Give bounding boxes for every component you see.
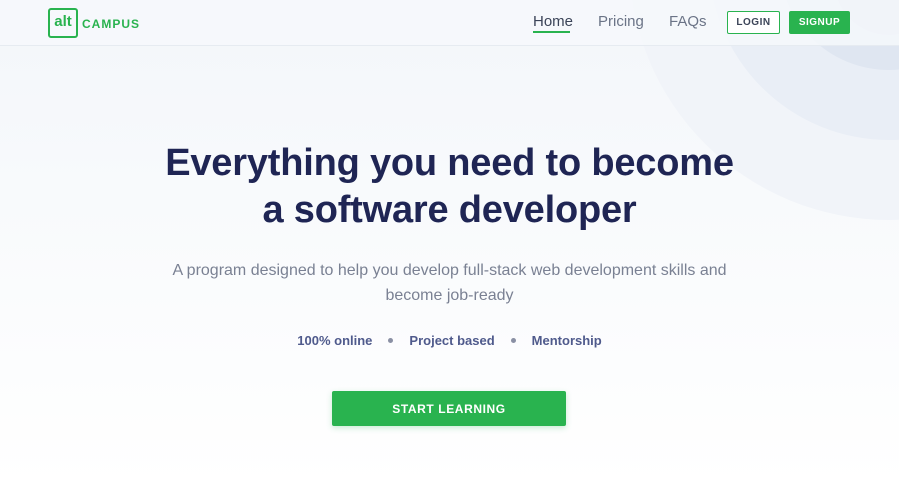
nav-link-home[interactable]: Home: [533, 13, 573, 30]
hero-heading-line-2: a software developer: [262, 189, 637, 231]
bullet-dot-icon: [510, 337, 516, 343]
feature-project-based: Project based: [409, 332, 495, 348]
active-nav-indicator: [533, 31, 570, 33]
nav-link-faqs[interactable]: FAQs: [669, 13, 707, 30]
feature-list: 100% online Project based Mentorship: [0, 331, 899, 349]
altcampus-logo[interactable]: alt CAMPUS: [48, 8, 140, 38]
hero-heading-line-1: Everything you need to become: [165, 142, 734, 184]
signup-button[interactable]: SIGNUP: [789, 11, 850, 34]
logo-text: CAMPUS: [82, 17, 141, 31]
feature-online: 100% online: [297, 332, 373, 348]
hero-heading: Everything you need to become a software…: [0, 140, 899, 234]
hero-subtitle: A program designed to help you develop f…: [150, 258, 749, 308]
login-button[interactable]: LOGIN: [727, 11, 780, 34]
landing-page: alt CAMPUS Home Pricing FAQs LOGIN SIGNU…: [0, 0, 899, 485]
hero-subtitle-line-2: become job-ready: [385, 287, 514, 304]
bullet-dot-icon: [388, 337, 394, 343]
feature-mentorship: Mentorship: [531, 332, 602, 348]
start-learning-button[interactable]: START LEARNING: [332, 391, 566, 426]
logo-mark: alt: [48, 8, 78, 38]
nav-link-pricing[interactable]: Pricing: [598, 13, 644, 30]
top-nav-bar: alt CAMPUS Home Pricing FAQs LOGIN SIGNU…: [0, 0, 899, 46]
hero-subtitle-line-1: A program designed to help you develop f…: [172, 262, 727, 279]
